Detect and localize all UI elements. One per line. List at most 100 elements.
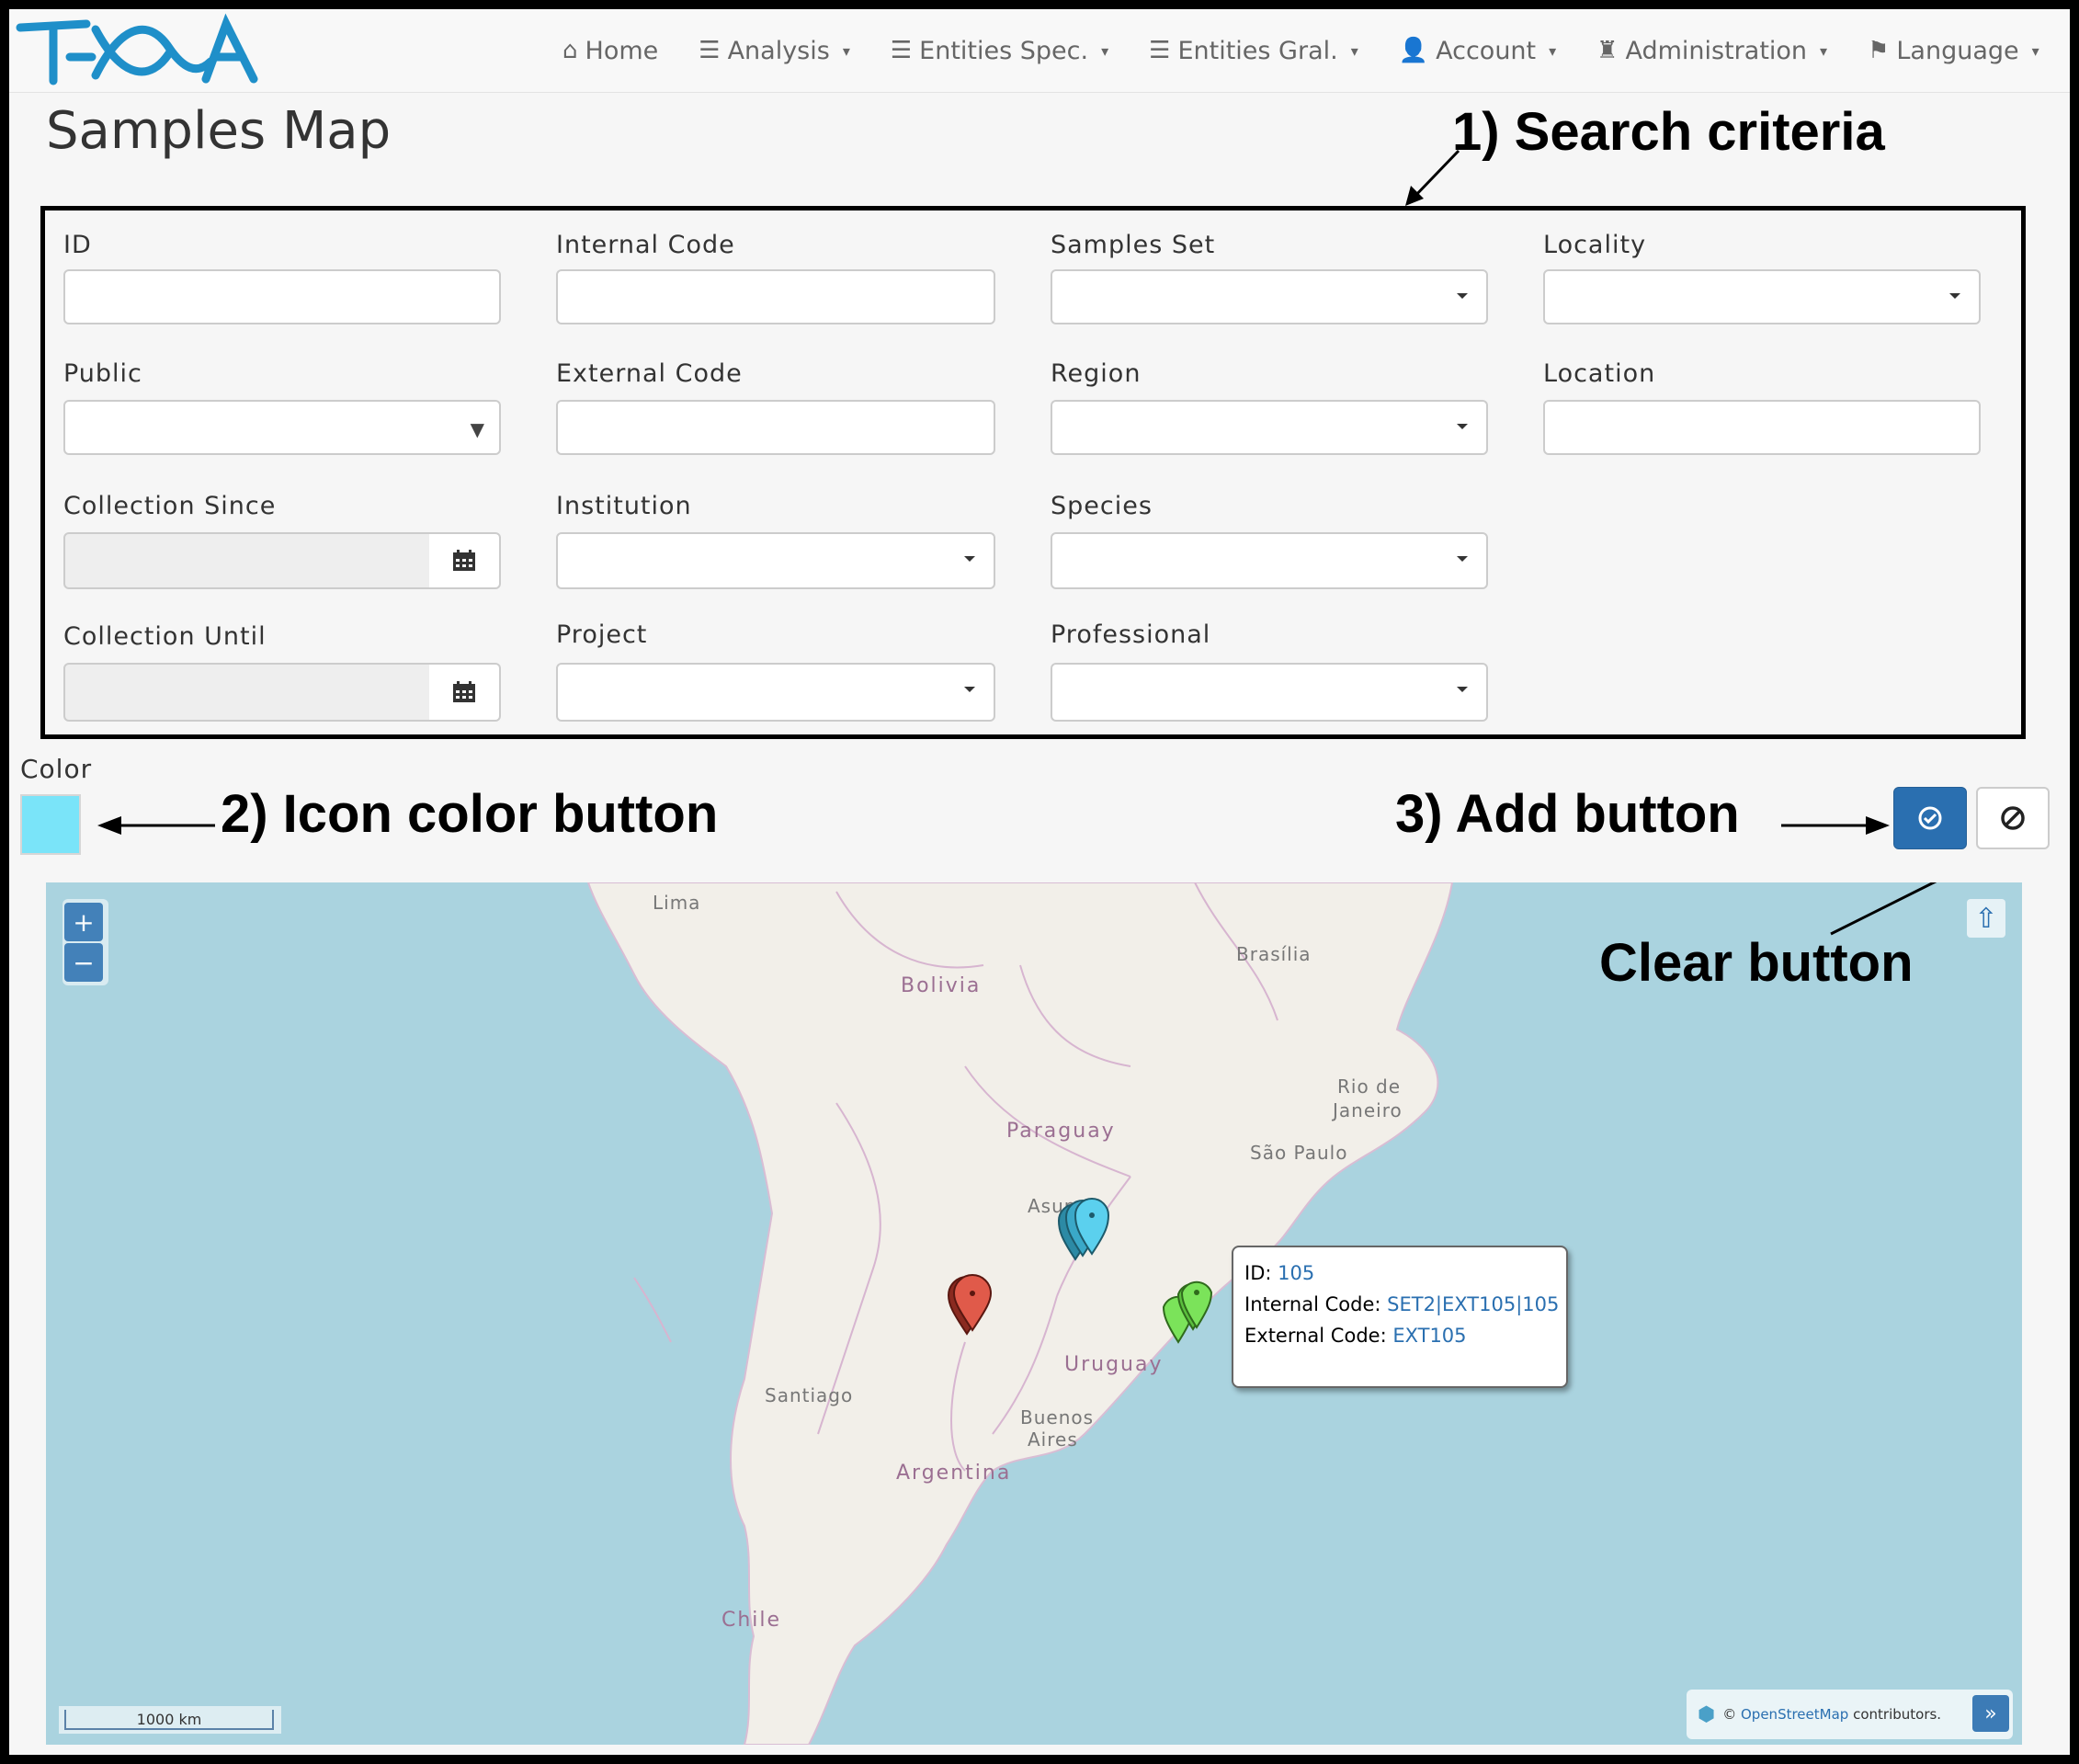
color-label: Color — [20, 754, 93, 784]
caret-down-icon — [1457, 424, 1468, 429]
marker-green[interactable] — [1160, 1278, 1224, 1348]
popup-external-row: External Code: EXT105 — [1244, 1325, 1467, 1347]
caret-down-icon: ▾ — [1820, 41, 1828, 60]
add-button[interactable] — [1893, 787, 1967, 849]
species-select[interactable] — [1051, 532, 1488, 589]
top-navbar: ⌂ Home ☰ Analysis ▾ ☰ Entities Spec. ▾ ☰ Entit… — [9, 9, 2070, 93]
id-label: ID — [63, 231, 92, 259]
location-input[interactable] — [1543, 400, 1981, 455]
map-label-bolivia: Bolivia — [901, 974, 982, 997]
calendar-icon — [453, 550, 475, 571]
popup-internal-row: Internal Code: SET2|EXT105|105 — [1244, 1293, 1560, 1315]
list-icon: ☰ — [1149, 37, 1171, 64]
institution-select[interactable] — [556, 532, 995, 589]
internal-code-input[interactable] — [556, 269, 995, 324]
annotation-add: 3) Add button — [1395, 784, 1740, 844]
map-label-chile: Chile — [721, 1609, 782, 1632]
nav-entities-gral[interactable]: ☰ Entities Gral. ▾ — [1129, 9, 1379, 92]
annotation-arrow — [97, 816, 215, 835]
home-icon: ⌂ — [562, 37, 578, 64]
double-chevron-right-icon: » — [1984, 1701, 1997, 1725]
caret-down-icon: ▾ — [2031, 41, 2039, 60]
caret-down-icon: ▾ — [842, 41, 850, 60]
locality-select[interactable] — [1543, 269, 1981, 324]
map-label-rio: Rio de — [1337, 1075, 1402, 1098]
professional-select[interactable] — [1051, 663, 1488, 722]
map-label-paraguay: Paraguay — [1006, 1120, 1116, 1143]
region-label: Region — [1051, 359, 1142, 388]
nav-analysis[interactable]: ☰ Analysis ▾ — [678, 9, 870, 92]
list-icon: ☰ — [890, 37, 913, 64]
annotation-arrow — [1830, 882, 1937, 936]
attribution-toggle-button[interactable]: » — [1972, 1695, 2009, 1732]
internal-code-label: Internal Code — [556, 231, 735, 259]
marker-cluster-blue[interactable] — [1057, 1195, 1121, 1269]
map-label-brasilia: Brasília — [1236, 943, 1312, 965]
samples-map[interactable]: Lima Bolivia Brasília Rio de Janeiro Par… — [46, 882, 2022, 1745]
project-select[interactable] — [556, 663, 995, 722]
map-label-buenos: Buenos — [1020, 1406, 1095, 1428]
clear-button[interactable] — [1976, 787, 2050, 849]
map-land — [586, 882, 1454, 1745]
annotation-arrow — [1405, 149, 1460, 206]
project-label: Project — [556, 620, 648, 649]
professional-label: Professional — [1051, 620, 1211, 649]
calendar-icon — [453, 681, 475, 702]
samples-set-select[interactable] — [1051, 269, 1488, 324]
institution-label: Institution — [556, 492, 692, 520]
popup-id-link[interactable]: 105 — [1278, 1262, 1314, 1284]
location-label: Location — [1543, 359, 1656, 388]
collection-since-input[interactable] — [63, 532, 431, 589]
popup-external-link[interactable]: EXT105 — [1392, 1325, 1466, 1347]
triangle-down-icon: ▼ — [470, 418, 484, 440]
map-label-aires: Aires — [1028, 1428, 1078, 1451]
collection-until-input[interactable] — [63, 663, 431, 722]
external-code-input[interactable] — [556, 400, 995, 455]
caret-down-icon — [964, 687, 975, 692]
popup-id-row: ID: 105 — [1244, 1262, 1315, 1284]
caret-down-icon — [964, 556, 975, 562]
nav-entities-spec[interactable]: ☰ Entities Spec. ▾ — [870, 9, 1129, 92]
caret-down-icon — [1457, 687, 1468, 692]
caret-down-icon: ▾ — [1350, 41, 1358, 60]
sample-popup: ID: 105 Internal Code: SET2|EXT105|105 E… — [1232, 1246, 1568, 1388]
nav-administration[interactable]: ♜ Administration ▾ — [1576, 9, 1847, 92]
nav-language[interactable]: ⚑ Language ▾ — [1847, 9, 2060, 92]
locality-label: Locality — [1543, 231, 1647, 259]
icon-color-button[interactable] — [20, 794, 81, 855]
public-select[interactable]: ▼ — [63, 400, 501, 455]
zoom-out-button[interactable]: − — [64, 943, 103, 982]
annotation-arrow — [1781, 816, 1890, 835]
page-title: Samples Map — [46, 101, 392, 161]
map-label-argentina: Argentina — [896, 1462, 1012, 1485]
caret-down-icon: ▾ — [1101, 41, 1109, 60]
nav-account[interactable]: 👤 Account ▾ — [1379, 9, 1576, 92]
search-criteria-panel: ID Internal Code Samples Set Locality Pu… — [40, 206, 2026, 739]
collection-until-calendar-button[interactable] — [429, 663, 501, 722]
tfga-logo[interactable] — [13, 11, 263, 90]
ban-icon — [2001, 806, 2025, 830]
list-icon: ☰ — [699, 37, 721, 64]
popup-internal-link[interactable]: SET2|EXT105|105 — [1387, 1293, 1559, 1315]
caret-down-icon — [1457, 556, 1468, 562]
nav-home[interactable]: ⌂ Home — [542, 9, 678, 92]
user-icon: 👤 — [1398, 37, 1429, 64]
caret-down-icon: ▾ — [1549, 41, 1557, 60]
collection-since-calendar-button[interactable] — [429, 532, 501, 589]
zoom-in-button[interactable]: + — [64, 903, 103, 941]
scale-bar: 1000 km — [64, 1710, 274, 1730]
id-input[interactable] — [63, 269, 501, 324]
annotation-search-criteria: 1) Search criteria — [1452, 102, 1885, 162]
osm-link[interactable]: OpenStreetMap — [1741, 1706, 1848, 1723]
map-label-janeiro: Janeiro — [1333, 1099, 1403, 1121]
external-code-label: External Code — [556, 359, 743, 388]
region-select[interactable] — [1051, 400, 1488, 455]
openlayers-icon: ⬢ — [1698, 1702, 1716, 1726]
annotation-icon-color: 2) Icon color button — [221, 784, 719, 844]
marker-red[interactable] — [945, 1273, 1000, 1339]
samples-set-label: Samples Set — [1051, 231, 1216, 259]
map-attribution: ⬢ © OpenStreetMap contributors. » — [1687, 1690, 2013, 1739]
collection-until-label: Collection Until — [63, 622, 267, 651]
map-label-sao-paulo: São Paulo — [1250, 1142, 1348, 1164]
main-nav: ⌂ Home ☰ Analysis ▾ ☰ Entities Spec. ▾ ☰ Entit… — [542, 9, 2060, 92]
